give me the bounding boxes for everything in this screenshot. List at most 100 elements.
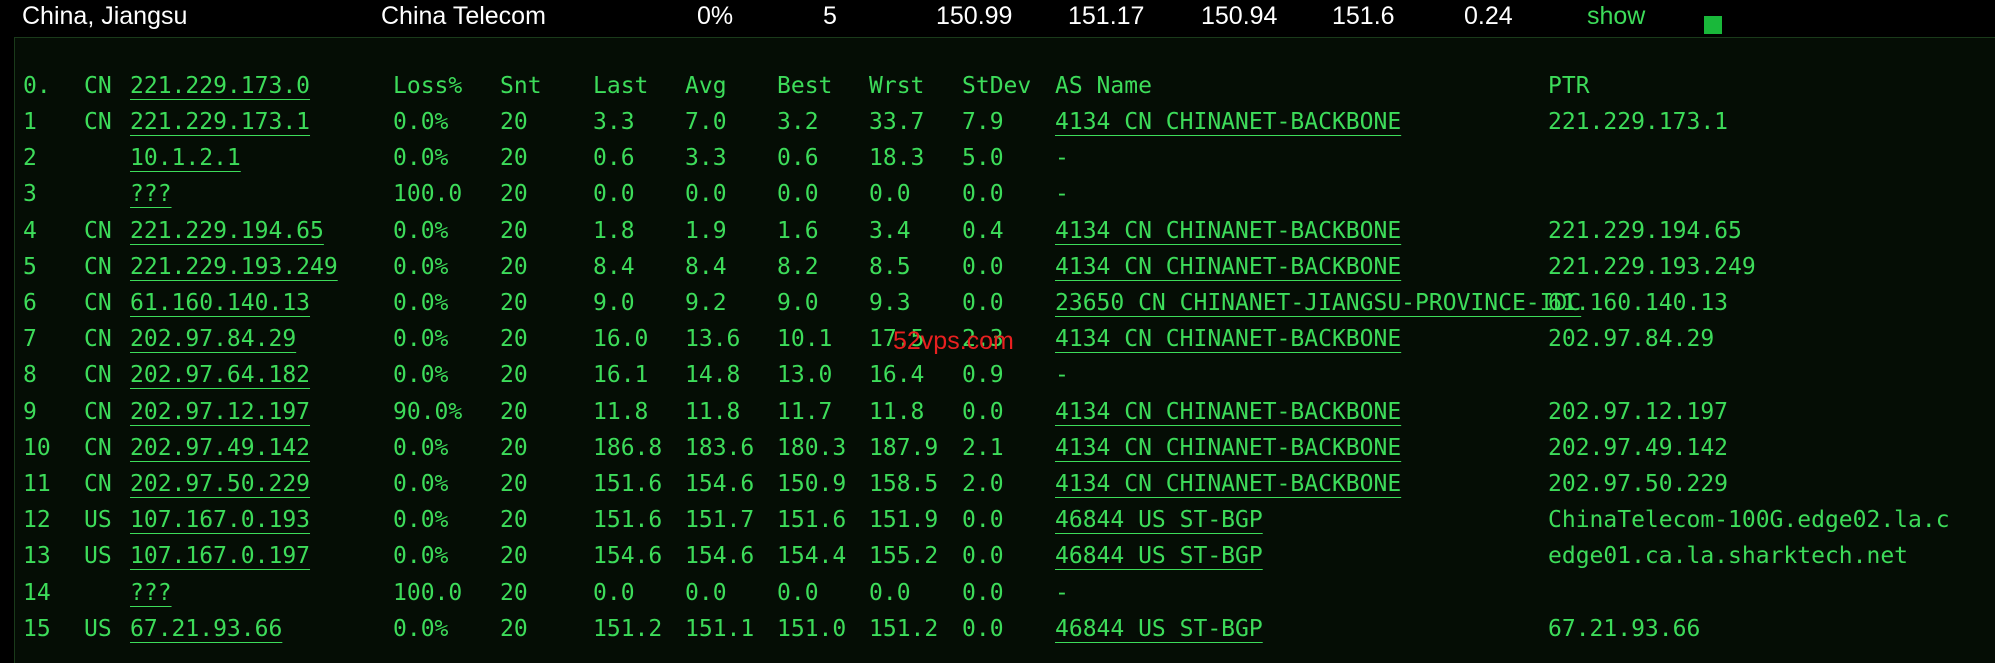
stdev-cell: 0.0	[962, 579, 1004, 606]
as-name-link[interactable]: 4134 CN CHINANET-BACKBONE	[1055, 430, 1401, 466]
as-name-link[interactable]: 46844 US ST-BGP	[1055, 538, 1263, 574]
best-cell: 13.0	[777, 362, 833, 389]
as-name-link[interactable]: 4134 CN CHINANET-BACKBONE	[1055, 466, 1401, 502]
table-row: 15 US 67.21.93.66 0.0% 20 151.2 151.1 151.0 151.…	[0, 611, 1995, 647]
table-row: 8 CN 202.97.64.182 0.0% 20 16.1 14.8 13.0 16.4 0.…	[0, 357, 1995, 393]
last-cell: 151.6	[593, 507, 663, 534]
as-name-link: -	[1055, 362, 1069, 389]
last-cell: 186.8	[593, 434, 663, 461]
table-row: 6 CN 61.160.140.13 0.0% 20 9.0 9.2 9.0 9.3 0.0 236…	[0, 285, 1995, 321]
ptr-cell: 202.97.49.142	[1548, 434, 1729, 461]
hop-number: 12	[23, 507, 51, 534]
ptr-cell: 202.97.50.229	[1548, 471, 1729, 497]
loss-cell: 0.0%	[393, 471, 449, 497]
country-code: US	[84, 507, 112, 534]
header-host-link[interactable]: 221.229.173.0	[130, 68, 310, 104]
table-row: 12 US 107.167.0.193 0.0% 20 151.6 151.7 151.6 15…	[0, 502, 1995, 538]
snt-cell: 20	[500, 471, 528, 497]
country-code: CN	[84, 434, 112, 461]
stdev-cell: 0.0	[962, 290, 1004, 316]
stdev-cell: 0.0	[962, 543, 1004, 570]
as-name-link[interactable]: 4134 CN CHINANET-BACKBONE	[1055, 321, 1401, 357]
summary-location: China, Jiangsu	[22, 2, 188, 30]
country-code: CN	[84, 290, 112, 316]
hop-host-link[interactable]: 61.160.140.13	[130, 285, 310, 321]
avg-cell: 154.6	[685, 543, 755, 570]
as-name-link[interactable]: 46844 US ST-BGP	[1055, 502, 1263, 538]
snt-cell: 20	[500, 290, 528, 316]
country-code: CN	[84, 217, 112, 244]
as-name-link[interactable]: 4134 CN CHINANET-BACKBONE	[1055, 249, 1401, 285]
ptr-cell: 221.229.173.1	[1548, 109, 1729, 135]
hop-host-link[interactable]: 107.167.0.193	[130, 502, 310, 538]
best-cell: 0.6	[777, 145, 819, 172]
table-row: 10 CN 202.97.49.142 0.0% 20 186.8 183.6 180.3 18…	[0, 430, 1995, 466]
table-row: 4 CN 221.229.194.65 0.0% 20 1.8 1.9 1.6 3.4 0.4 41…	[0, 213, 1995, 249]
hop-host-link[interactable]: 221.229.193.249	[130, 249, 338, 285]
snt-cell: 20	[500, 253, 528, 280]
hop-host-link[interactable]: ???	[130, 575, 172, 611]
hop-number: 2	[23, 145, 37, 172]
best-cell: 0.0	[777, 579, 819, 606]
mtr-header-row: 0. CN 221.229.173.0 Loss% Snt Last Avg B…	[0, 68, 1995, 104]
ptr-cell: 61.160.140.13	[1548, 290, 1729, 316]
show-link[interactable]: show	[1587, 2, 1645, 31]
best-cell: 151.0	[777, 615, 847, 642]
stdev-cell: 0.9	[962, 362, 1004, 389]
as-name-link[interactable]: 23650 CN CHINANET-JIANGSU-PROVINCE-IDC	[1055, 285, 1581, 321]
stdev-cell: 0.0	[962, 398, 1004, 425]
last-cell: 11.8	[593, 398, 649, 425]
as-name-link[interactable]: 46844 US ST-BGP	[1055, 611, 1263, 647]
hop-host-link[interactable]: 202.97.64.182	[130, 357, 310, 393]
loss-cell: 0.0%	[393, 145, 449, 172]
snt-cell: 20	[500, 109, 528, 135]
table-row: 9 CN 202.97.12.197 90.0% 20 11.8 11.8 11.7 11.8 0…	[0, 394, 1995, 430]
best-cell: 180.3	[777, 434, 847, 461]
hop-host-link[interactable]: 202.97.12.197	[130, 394, 310, 430]
stdev-cell: 0.0	[962, 253, 1004, 280]
loss-cell: 0.0%	[393, 253, 449, 280]
snt-cell: 20	[500, 362, 528, 389]
table-row: 5 CN 221.229.193.249 0.0% 20 8.4 8.4 8.2 8.5 0.0 4…	[0, 249, 1995, 285]
loss-cell: 0.0%	[393, 109, 449, 135]
best-cell: 11.7	[777, 398, 833, 425]
watermark-text: 52vps.com	[893, 327, 1014, 355]
header-snt: Snt	[500, 73, 542, 99]
as-name-link[interactable]: 4134 CN CHINANET-BACKBONE	[1055, 104, 1401, 140]
hop-host-link[interactable]: 202.97.50.229	[130, 466, 310, 502]
best-cell: 1.6	[777, 217, 819, 244]
wrst-cell: 0.0	[869, 181, 911, 208]
ptr-cell: 67.21.93.66	[1548, 615, 1701, 642]
hop-host-link[interactable]: 202.97.49.142	[130, 430, 310, 466]
snt-cell: 20	[500, 217, 528, 244]
hop-host-link[interactable]: 221.229.173.1	[130, 104, 310, 140]
wrst-cell: 155.2	[869, 543, 939, 570]
hop-host-link[interactable]: 202.97.84.29	[130, 321, 296, 357]
header-last: Last	[593, 73, 649, 99]
hop-host-link[interactable]: 67.21.93.66	[130, 611, 282, 647]
snt-cell: 20	[500, 434, 528, 461]
avg-cell: 151.7	[685, 507, 755, 534]
wrst-cell: 9.3	[869, 290, 911, 316]
snt-cell: 20	[500, 398, 528, 425]
wrst-cell: 151.9	[869, 507, 939, 534]
loss-cell: 90.0%	[393, 398, 463, 425]
hop-host-link[interactable]: 221.229.194.65	[130, 213, 324, 249]
as-name-link[interactable]: 4134 CN CHINANET-BACKBONE	[1055, 394, 1401, 430]
stdev-cell: 5.0	[962, 145, 1004, 172]
country-code: CN	[84, 326, 112, 353]
loss-cell: 0.0%	[393, 362, 449, 389]
hop-host-link[interactable]: 10.1.2.1	[130, 140, 241, 176]
hop-host-link[interactable]: 107.167.0.197	[130, 538, 310, 574]
stdev-cell: 0.0	[962, 615, 1004, 642]
as-name-link[interactable]: 4134 CN CHINANET-BACKBONE	[1055, 213, 1401, 249]
hop-host-link[interactable]: ???	[130, 176, 172, 212]
as-name-link: -	[1055, 579, 1069, 606]
summary-avg: 151.17	[1068, 2, 1145, 30]
avg-cell: 3.3	[685, 145, 727, 172]
loss-cell: 100.0	[393, 579, 463, 606]
last-cell: 16.0	[593, 326, 649, 353]
last-cell: 151.6	[593, 471, 663, 497]
wrst-cell: 8.5	[869, 253, 911, 280]
last-cell: 154.6	[593, 543, 663, 570]
